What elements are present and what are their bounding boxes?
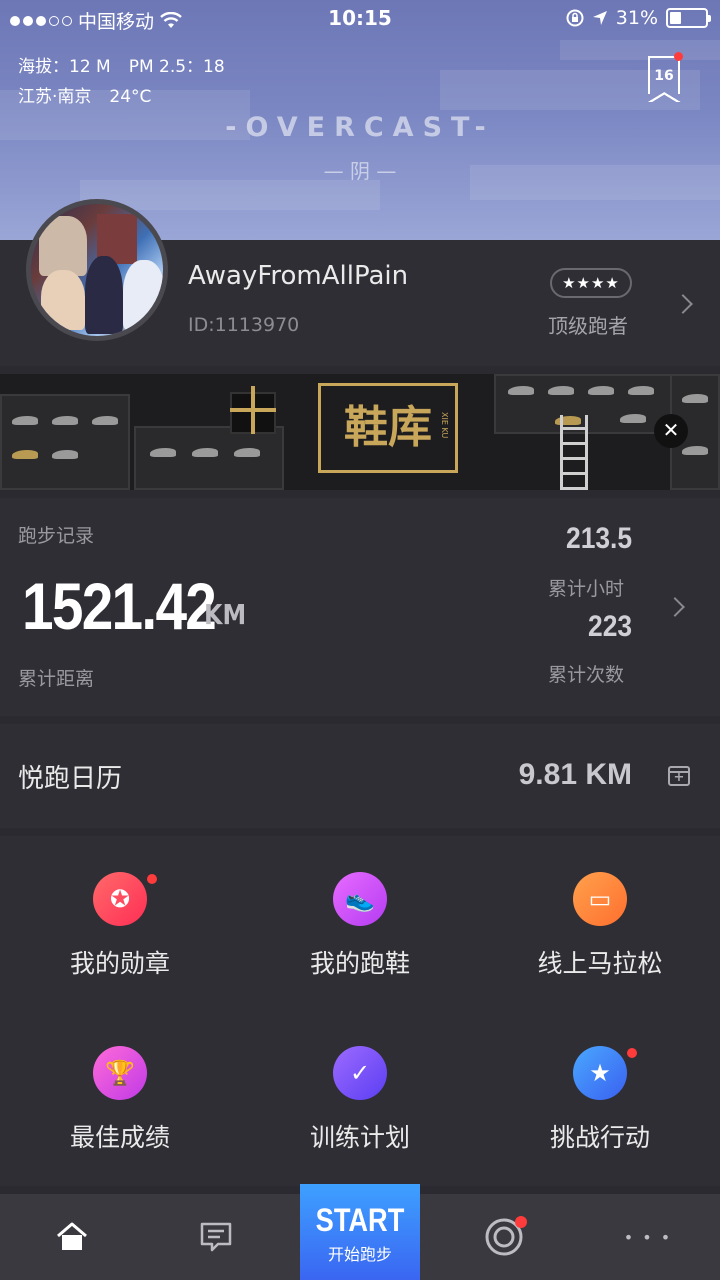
distance-label: 累计距离 [18, 668, 95, 690]
hours-label: 累计小时 [548, 578, 625, 600]
runner-rank: 顶级跑者 [548, 314, 628, 338]
gift-box-graphic [230, 386, 276, 434]
grid-item-label: 挑战行动 [549, 1123, 650, 1152]
shelf-graphic [134, 426, 284, 490]
tab-home[interactable] [22, 1194, 122, 1280]
close-banner-button[interactable]: ✕ [654, 414, 688, 448]
notification-dot [147, 874, 157, 884]
start-run-button[interactable]: START 开始跑步 [300, 1184, 420, 1280]
grid-item[interactable]: ▭ 线上马拉松 [480, 872, 720, 1032]
trophy-icon: 🏆 [93, 1046, 147, 1100]
tab-discover[interactable] [454, 1194, 554, 1280]
user-id: ID:1113970 [188, 314, 300, 336]
notification-dot [627, 1048, 637, 1058]
calendar-title: 悦跑日历 [18, 764, 123, 794]
banner-logo: 鞋库 [318, 383, 458, 473]
battery-icon [666, 8, 711, 28]
battery-percent: 31% [615, 7, 658, 29]
total-runs-value: 223 [587, 610, 632, 643]
notification-dot [674, 52, 683, 61]
shoe-graphic [234, 448, 260, 457]
start-label-cn: 开始跑步 [327, 1245, 392, 1264]
check-icon: ✓ [333, 1046, 387, 1100]
status-bar: 中国移动 10:15 31% [0, 0, 720, 40]
shoe-graphic [52, 416, 78, 425]
shoe-graphic [12, 416, 38, 425]
shoe-graphic [92, 416, 118, 425]
shoe-graphic [12, 450, 38, 459]
shoe-graphic [150, 448, 176, 457]
shoe-graphic [548, 386, 574, 395]
shoe-graphic [628, 386, 654, 395]
tab-more[interactable]: • • • [598, 1194, 698, 1280]
banner-logo-sub: XIE KU [440, 412, 449, 439]
grid-item-label: 最佳成绩 [69, 1123, 170, 1152]
grid-item-label: 我的勋章 [69, 949, 170, 978]
grid-item[interactable]: 🏆 最佳成绩 [0, 1046, 240, 1206]
weather-line-2: 江苏·南京 24°C [18, 82, 169, 107]
daily-calendar-badge[interactable]: 16 [647, 56, 681, 102]
shoe-graphic [52, 450, 78, 459]
message-icon [200, 1222, 232, 1252]
shelf-graphic [0, 394, 130, 490]
grid-item[interactable]: 👟 我的跑鞋 [240, 872, 480, 1032]
grid-item[interactable]: ✓ 训练计划 [240, 1046, 480, 1206]
grid-item-label: 训练计划 [309, 1123, 410, 1152]
home-icon [57, 1222, 87, 1250]
cloud-shape [560, 40, 720, 60]
rotation-lock-icon [566, 9, 584, 27]
grid-item[interactable]: ✪ 我的勋章 [0, 872, 240, 1032]
star-rating-badge: ★★★★ [550, 268, 632, 298]
tab-feed[interactable] [166, 1194, 266, 1280]
shoe-graphic [682, 394, 708, 403]
avatar[interactable] [26, 199, 168, 341]
total-distance-value: 1521.42 [22, 569, 217, 643]
shoe-graphic [588, 386, 614, 395]
weather-condition-en: -OVERCAST- [225, 112, 495, 143]
star-icon: ★ [573, 1046, 627, 1100]
location-arrow-icon [592, 11, 607, 25]
runs-label: 累计次数 [548, 664, 625, 686]
grid-item[interactable]: ★ 挑战行动 [480, 1046, 720, 1206]
calendar-day: 16 [654, 68, 674, 84]
username: AwayFromAllPain [188, 261, 409, 291]
total-hours-value: 213.5 [565, 522, 632, 555]
record-title: 跑步记录 [18, 525, 95, 547]
grid-item-label: 线上马拉松 [537, 949, 663, 978]
temperature-label: 24°C [109, 87, 152, 107]
start-label-en: START [315, 1202, 405, 1238]
shoe-graphic [620, 414, 646, 423]
shoe-graphic [508, 386, 534, 395]
ladder-graphic [560, 415, 588, 490]
grid-item-label: 我的跑鞋 [309, 949, 410, 978]
more-icon: • • • [623, 1227, 673, 1247]
notification-dot [515, 1216, 527, 1228]
altitude-label: 海拔：12 M [18, 57, 111, 77]
shoe-graphic [682, 446, 708, 455]
location-label: 江苏·南京 [18, 87, 92, 107]
distance-unit: KM [204, 598, 247, 631]
bib-icon: ▭ [573, 872, 627, 926]
shoe-icon: 👟 [333, 872, 387, 926]
pm25-label: PM 2.5：18 [128, 57, 225, 77]
calendar-distance: 9.81 KM [518, 758, 632, 791]
weather-condition-cn: — 阴 — [323, 159, 397, 183]
medal-icon: ✪ [93, 872, 147, 926]
shoe-graphic [192, 448, 218, 457]
weather-line-1: 海拔：12 M PM 2.5：18 [18, 52, 243, 77]
calendar-add-icon[interactable] [668, 766, 690, 786]
